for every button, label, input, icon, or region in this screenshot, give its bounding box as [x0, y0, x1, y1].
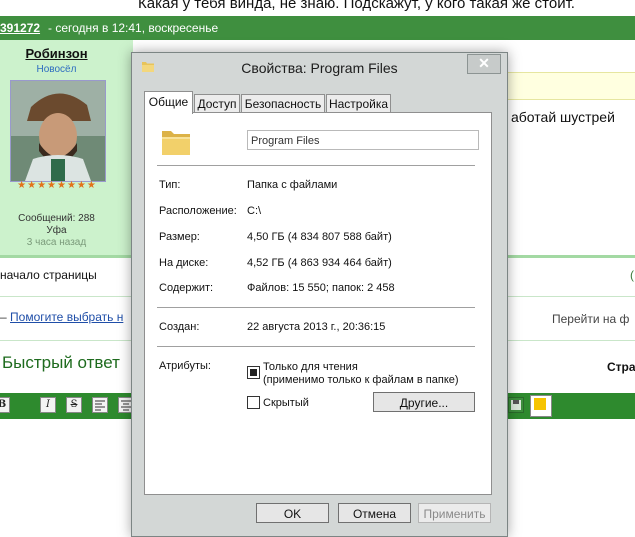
- cancel-button[interactable]: Отмена: [338, 503, 411, 523]
- dialog-title: Свойства: Program Files: [241, 60, 398, 76]
- post-date: - сегодня в 12:41, воскресенье: [48, 21, 219, 35]
- divider: [157, 307, 475, 308]
- reputation-stars: ★★★★★★★★: [17, 180, 97, 191]
- close-button[interactable]: ✕: [467, 54, 501, 74]
- readonly-note: (применимо только к файлам в папке): [263, 374, 459, 386]
- ok-button[interactable]: OK: [256, 503, 329, 523]
- right-edge-glyph: (: [630, 268, 634, 282]
- italic-icon[interactable]: I: [40, 397, 56, 413]
- attributes-label: Атрибуты:: [159, 360, 211, 372]
- hidden-label: Скрытый: [263, 397, 309, 409]
- topic-nav: – Помогите выбрать н: [0, 310, 123, 324]
- size-on-disk-value: 4,52 ГБ (4 863 934 464 байт): [247, 257, 392, 269]
- size-label: Размер:: [159, 231, 200, 243]
- created-label: Создан:: [159, 321, 200, 333]
- location-label: Расположение:: [159, 205, 237, 217]
- contains-label: Содержит:: [159, 282, 214, 294]
- size-on-disk-label: На диске:: [159, 257, 209, 269]
- save-icon[interactable]: [508, 397, 524, 413]
- quick-reply-title: Быстрый ответ: [2, 353, 120, 372]
- forum-top-text-row: Какая у тебя винда, не знаю. Подскажут, …: [0, 0, 635, 16]
- strike-icon[interactable]: S: [66, 397, 82, 413]
- page-top-link[interactable]: начало страницы: [0, 268, 97, 282]
- avatar-image: [11, 81, 105, 181]
- divider: [157, 165, 475, 166]
- size-value: 4,50 ГБ (4 834 807 588 байт): [247, 231, 392, 243]
- post-header: 391272 - сегодня в 12:41, воскресенье: [0, 16, 635, 40]
- general-tab-panel: Program Files Тип: Папка с файлами Распо…: [144, 112, 492, 495]
- created-value: 22 августа 2013 г., 20:36:15: [247, 321, 386, 333]
- divider: [157, 346, 475, 347]
- prev-topic-link[interactable]: Помогите выбрать н: [10, 310, 123, 324]
- indeterminate-mark: [250, 369, 257, 376]
- properties-dialog: Свойства: Program Files ✕ Общие Доступ Б…: [131, 52, 508, 537]
- user-info-column: Робинзон Новосёл ★★★★★★★★ Сообщений: 288…: [0, 40, 133, 255]
- nav-prefix: –: [0, 310, 11, 324]
- page-label: Стра: [607, 360, 635, 374]
- type-label: Тип:: [159, 179, 181, 191]
- contains-value: Файлов: 15 550; папок: 2 458: [247, 282, 395, 294]
- dialog-titlebar[interactable]: Свойства: Program Files ✕: [132, 53, 507, 83]
- close-icon: ✕: [478, 55, 490, 71]
- username-link[interactable]: Робинзон: [0, 46, 113, 61]
- tab-customize[interactable]: Настройка: [326, 94, 391, 113]
- align-left-icon[interactable]: [92, 397, 108, 413]
- advanced-button[interactable]: Другие...: [373, 392, 475, 412]
- post-text: аботай шустрей: [511, 109, 615, 125]
- tab-general[interactable]: Общие: [144, 91, 193, 114]
- apply-button[interactable]: Применить: [418, 503, 491, 523]
- readonly-checkbox[interactable]: [247, 366, 260, 379]
- user-last-seen: 3 часа назад: [26, 237, 87, 248]
- type-value: Папка с файлами: [247, 179, 338, 191]
- avatar[interactable]: [10, 80, 106, 182]
- previous-post-text: Какая у тебя винда, не знаю. Подскажут, …: [138, 0, 575, 12]
- user-rank: Новосёл: [36, 64, 77, 75]
- tab-sharing[interactable]: Доступ: [194, 94, 240, 113]
- goto-forum-label[interactable]: Перейти на ф: [552, 312, 629, 326]
- user-city: Уфа: [46, 225, 67, 236]
- bold-icon[interactable]: B: [0, 397, 10, 413]
- folder-name-field[interactable]: Program Files: [247, 130, 479, 150]
- folder-icon: [162, 131, 190, 155]
- tab-security[interactable]: Безопасность: [241, 94, 325, 113]
- readonly-label: Только для чтения: [263, 361, 358, 373]
- post-number-link[interactable]: 391272: [0, 21, 40, 35]
- location-value: C:\: [247, 205, 262, 217]
- color-icon[interactable]: [530, 395, 552, 417]
- user-post-count: Сообщений: 288: [18, 213, 95, 224]
- hidden-checkbox[interactable]: [247, 396, 260, 409]
